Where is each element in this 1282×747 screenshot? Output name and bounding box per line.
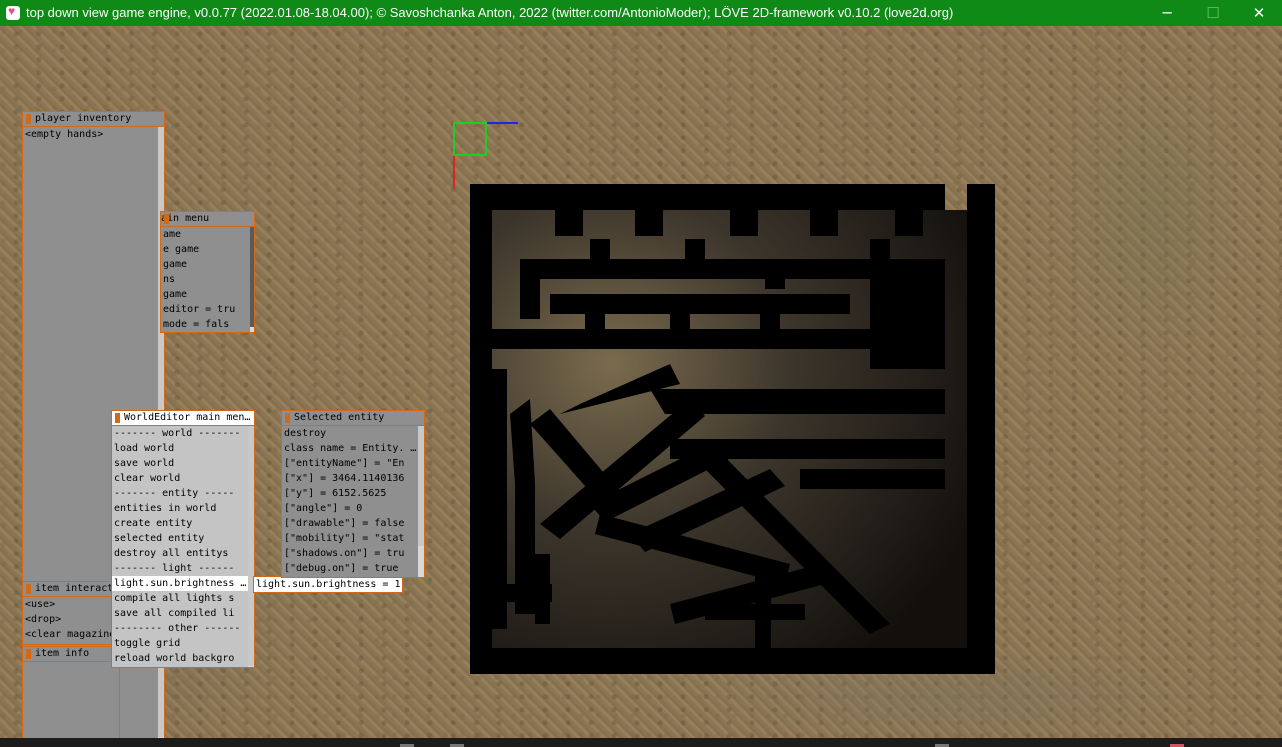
entity-property[interactable]: ["mobility"] = "stat	[282, 531, 424, 546]
entity-property[interactable]: ["angle"] = 0	[282, 501, 424, 516]
love-app-icon	[6, 4, 20, 20]
section-header-entity: ------- entity -----	[114, 488, 235, 499]
menu-item[interactable]: e game	[161, 242, 254, 257]
panel-title: Selected entity	[282, 411, 424, 426]
item-info-panel[interactable]: item info	[22, 646, 120, 740]
toggle-grid-item[interactable]: toggle grid	[112, 636, 254, 651]
scrollbar-thumb[interactable]	[248, 426, 254, 666]
save-all-compiled-lights-item[interactable]: save all compiled li	[112, 606, 254, 621]
maze-building[interactable]	[470, 184, 995, 674]
panel-title: player inventory	[23, 112, 164, 127]
taskbar	[0, 738, 1282, 747]
axis-gizmo	[453, 122, 518, 188]
load-world-item[interactable]: load world	[112, 441, 254, 456]
window-titlebar: top down view game engine, v0.0.77 (2022…	[0, 0, 1282, 26]
maximize-button[interactable]: ☐	[1190, 0, 1236, 26]
minimize-button[interactable]: ─	[1144, 0, 1190, 26]
grass-patch	[1050, 66, 1250, 366]
section-header-other: -------- other ------	[114, 623, 241, 634]
item-interact-panel[interactable]: item interact <use> <drop> <clear magazi…	[22, 581, 120, 645]
panel-title: item info	[23, 647, 119, 662]
panel-title: WorldEditor main men…	[112, 411, 254, 426]
scrollbar-thumb[interactable]	[418, 426, 424, 546]
section-header-world: ------- world -------	[114, 428, 241, 439]
entities-in-world-item[interactable]: entities in world	[112, 501, 254, 516]
selected-entity-panel[interactable]: Selected entity destroy class name = Ent…	[281, 410, 425, 578]
menu-item[interactable]: ame	[161, 227, 254, 242]
menu-item[interactable]: game	[161, 257, 254, 272]
entity-scrollbar[interactable]	[418, 426, 424, 577]
destroy-entity-item[interactable]: destroy	[282, 426, 424, 441]
interact-drop[interactable]: <drop>	[23, 612, 119, 627]
reload-world-background-item[interactable]: reload world backgro	[112, 651, 254, 666]
interact-use[interactable]: <use>	[23, 597, 119, 612]
clear-world-item[interactable]: clear world	[112, 471, 254, 486]
brightness-tooltip: light.sun.brightness = 1	[253, 576, 403, 593]
inventory-item[interactable]: <empty hands>	[23, 127, 164, 142]
menu-scrollbar[interactable]	[250, 227, 254, 332]
create-entity-item[interactable]: create entity	[112, 516, 254, 531]
panel-title: ain menu	[161, 212, 254, 227]
entity-property[interactable]: ["y"] = 6152.5625	[282, 486, 424, 501]
entity-property[interactable]: ["debug.on"] = true	[282, 561, 424, 576]
entity-property[interactable]: ["x"] = 3464.1140136	[282, 471, 424, 486]
window-title: top down view game engine, v0.0.77 (2022…	[26, 5, 954, 20]
panel-title: item interact	[23, 582, 119, 597]
entity-property[interactable]: ["entityName"] = "En	[282, 456, 424, 471]
menu-item[interactable]: ns	[161, 272, 254, 287]
entity-property[interactable]: ["drawable"] = false	[282, 516, 424, 531]
entity-property[interactable]: class name = Entity. …	[282, 441, 424, 456]
world-editor-scrollbar[interactable]	[248, 426, 254, 667]
menu-item[interactable]: mode = fals	[161, 317, 254, 332]
main-menu-panel[interactable]: ain menu ame e game game ns game editor …	[160, 211, 255, 333]
menu-item[interactable]: editor = tru	[161, 302, 254, 317]
entity-property[interactable]: ["shadows.on"] = tru	[282, 546, 424, 561]
menu-item[interactable]: game	[161, 287, 254, 302]
scrollbar-thumb[interactable]	[250, 227, 254, 327]
world-editor-menu[interactable]: WorldEditor main men… ------- world ----…	[111, 410, 255, 668]
destroy-all-entitys-item[interactable]: destroy all entitys	[112, 546, 254, 561]
selected-entity-item[interactable]: selected entity	[112, 531, 254, 546]
compile-all-lights-item[interactable]: compile all lights s	[112, 591, 254, 606]
save-world-item[interactable]: save world	[112, 456, 254, 471]
light-sun-brightness-item[interactable]: light.sun.brightness …	[112, 576, 254, 591]
section-header-light: ------- light ------	[114, 563, 235, 574]
interact-clear-magazine[interactable]: <clear magazine	[23, 627, 119, 642]
close-button[interactable]: ✕	[1236, 0, 1282, 26]
